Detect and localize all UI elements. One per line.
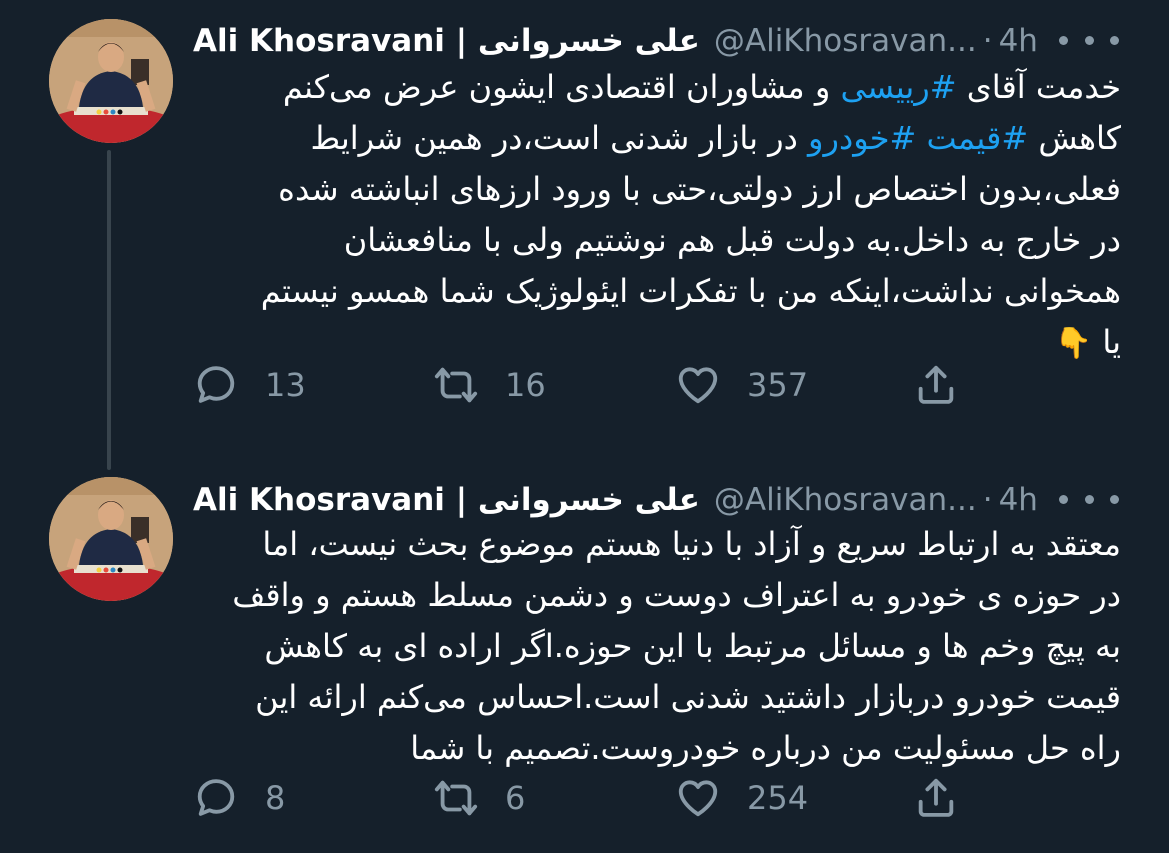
author-handle[interactable]: @AliKhosravan... bbox=[714, 23, 977, 59]
tweet-line: خدمت آقای #رییسی و مشاوران اقتصادی ایشون… bbox=[181, 62, 1121, 113]
tweet-text-segment: راه حل مسئولیت من درباره خودروست.تصمیم ب… bbox=[410, 729, 1121, 767]
tweet-text-segment: در خارج به داخل.به دولت قبل هم نوشتیم ول… bbox=[343, 221, 1121, 259]
tweet-text-segment: فعلی،بدون اختصاص ارز دولتی،حتی با ورود ا… bbox=[278, 170, 1121, 208]
hashtag-link[interactable]: #رییسی bbox=[840, 68, 956, 106]
tweet-header: Ali Khosravani | علی خسروانی @AliKhosrav… bbox=[193, 18, 1143, 64]
like-count: 357 bbox=[747, 366, 809, 404]
hashtag-link[interactable]: #خودرو bbox=[808, 119, 916, 157]
tweet-text-segment: و مشاوران اقتصادی ایشون عرض می‌کنم bbox=[282, 68, 841, 106]
tweet[interactable]: Ali Khosravani | علی خسروانی @AliKhosrav… bbox=[0, 455, 1169, 853]
like-icon bbox=[678, 780, 718, 817]
tweet-text-segment: یا bbox=[1092, 323, 1121, 361]
tweet[interactable]: Ali Khosravani | علی خسروانی @AliKhosrav… bbox=[0, 0, 1169, 470]
tweet-line: در خارج به داخل.به دولت قبل هم نوشتیم ول… bbox=[181, 215, 1121, 266]
separator-dot: · bbox=[982, 23, 993, 59]
share-button[interactable] bbox=[913, 360, 959, 410]
more-icon[interactable] bbox=[1059, 487, 1119, 511]
reply-button[interactable]: 13 bbox=[193, 360, 306, 410]
retweet-button[interactable]: 16 bbox=[433, 360, 546, 410]
share-icon bbox=[918, 778, 954, 817]
separator-dot: · bbox=[982, 482, 993, 518]
like-count: 254 bbox=[747, 779, 809, 817]
author-name[interactable]: Ali Khosravani | علی خسروانی bbox=[193, 23, 700, 59]
tweet-line: معتقد به ارتباط سریع و آزاد با دنیا هستم… bbox=[181, 519, 1121, 570]
like-button[interactable]: 357 bbox=[675, 360, 808, 410]
tweet-line: کاهش #قیمت #خودرو در بازار شدنی است،در ه… bbox=[181, 113, 1121, 164]
reply-icon bbox=[197, 779, 235, 816]
hashtag-link[interactable]: #قیمت bbox=[926, 119, 1028, 157]
tweet-text-segment: خدمت آقای bbox=[956, 68, 1121, 106]
tweet-line: راه حل مسئولیت من درباره خودروست.تصمیم ب… bbox=[181, 723, 1121, 774]
reply-count: 13 bbox=[265, 366, 306, 404]
author-handle[interactable]: @AliKhosravan... bbox=[714, 482, 977, 518]
retweet-icon bbox=[434, 367, 478, 403]
retweet-button[interactable]: 6 bbox=[433, 773, 525, 823]
tweet-text-segment: معتقد به ارتباط سریع و آزاد با دنیا هستم… bbox=[262, 525, 1121, 563]
share-icon bbox=[918, 365, 954, 404]
pointing-down-emoji: 👇 bbox=[1054, 326, 1093, 361]
tweet-text-segment: در حوزه ی خودرو به اعتراف دوست و دشمن مس… bbox=[232, 576, 1121, 614]
tweet-line: قیمت خودرو دربازار داشتید شدنی است.احساس… bbox=[181, 672, 1121, 723]
tweet-text-segment: همخوانی نداشت،اینکه من با تفکرات ایئولوژ… bbox=[260, 272, 1121, 310]
avatar[interactable] bbox=[49, 19, 173, 143]
tweet-text-segment: در بازار شدنی است،در همین شرایط bbox=[310, 119, 809, 157]
like-button[interactable]: 254 bbox=[675, 773, 808, 823]
tweet-line: فعلی،بدون اختصاص ارز دولتی،حتی با ورود ا… bbox=[181, 164, 1121, 215]
tweet-line: به پیچ وخم ها و مسائل مرتبط با این حوزه.… bbox=[181, 621, 1121, 672]
tweet-text: معتقد به ارتباط سریع و آزاد با دنیا هستم… bbox=[181, 519, 1121, 774]
tweet-text-segment: کاهش bbox=[1028, 119, 1121, 157]
avatar[interactable] bbox=[49, 477, 173, 601]
tweet-text-segment bbox=[916, 119, 926, 157]
retweet-count: 6 bbox=[505, 779, 526, 817]
reply-button[interactable]: 8 bbox=[193, 773, 285, 823]
retweet-count: 16 bbox=[505, 366, 546, 404]
timestamp[interactable]: 4h bbox=[999, 482, 1038, 518]
tweet-text: خدمت آقای #رییسی و مشاوران اقتصادی ایشون… bbox=[181, 62, 1121, 369]
reply-icon bbox=[197, 366, 235, 403]
tweet-actions: 8 6 254 bbox=[193, 773, 993, 823]
reply-count: 8 bbox=[265, 779, 286, 817]
tweet-text-segment: به پیچ وخم ها و مسائل مرتبط با این حوزه.… bbox=[264, 627, 1121, 665]
thread-line bbox=[107, 150, 111, 470]
more-icon[interactable] bbox=[1059, 28, 1119, 52]
like-icon bbox=[678, 367, 718, 404]
tweet-line: همخوانی نداشت،اینکه من با تفکرات ایئولوژ… bbox=[181, 266, 1121, 317]
timestamp[interactable]: 4h bbox=[999, 23, 1038, 59]
tweet-actions: 13 16 357 bbox=[193, 360, 993, 410]
tweet-line: در حوزه ی خودرو به اعتراف دوست و دشمن مس… bbox=[181, 570, 1121, 621]
retweet-icon bbox=[434, 780, 478, 816]
author-name[interactable]: Ali Khosravani | علی خسروانی bbox=[193, 482, 700, 518]
tweet-text-segment: قیمت خودرو دربازار داشتید شدنی است.احساس… bbox=[255, 678, 1121, 716]
tweet-header: Ali Khosravani | علی خسروانی @AliKhosrav… bbox=[193, 477, 1143, 523]
share-button[interactable] bbox=[913, 773, 959, 823]
